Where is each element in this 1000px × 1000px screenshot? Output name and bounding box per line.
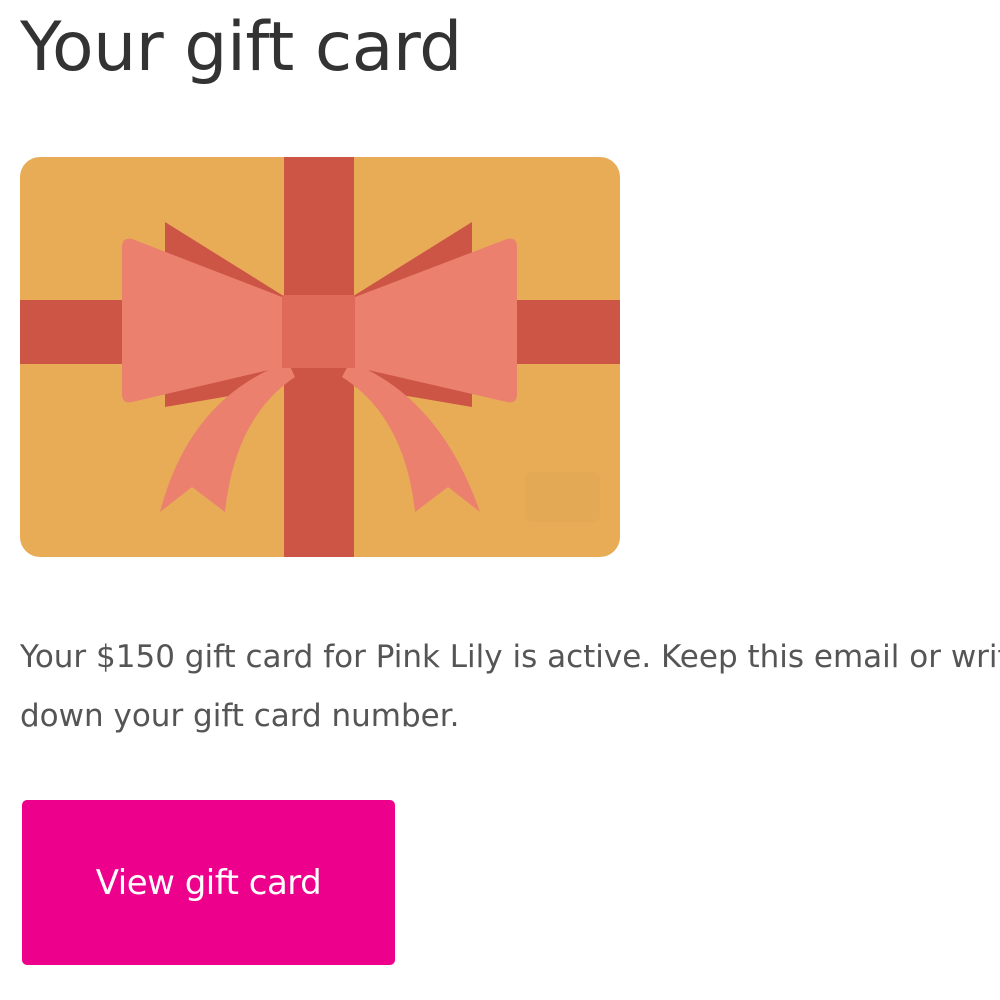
gift-card-illustration (20, 157, 620, 557)
gift-card-with-bow-icon (20, 157, 620, 557)
page-title: Your gift card (20, 8, 462, 87)
card-chip-mark (525, 472, 600, 522)
view-gift-card-button[interactable]: View gift card (22, 800, 395, 965)
gift-card-message: Your $150 gift card for Pink Lily is act… (20, 639, 1000, 734)
bow-knot (282, 295, 355, 368)
